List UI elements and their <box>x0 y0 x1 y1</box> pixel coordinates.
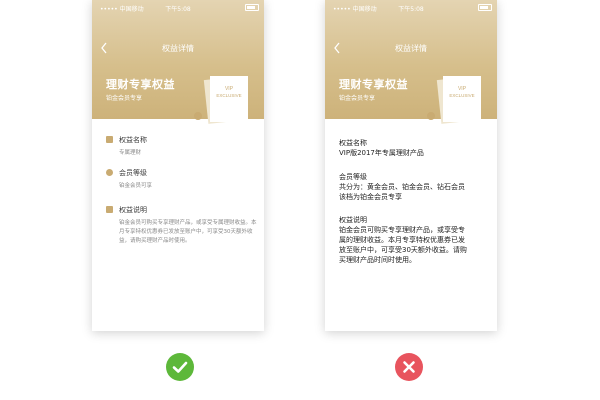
page-title: 权益详情 <box>395 44 427 53</box>
hero-title: 理财专享权益 <box>106 78 175 91</box>
card-text-vip: VIP <box>458 86 467 92</box>
card-text-vip: VIP <box>225 86 234 92</box>
section-desc: 铂金会员可购买专享理财产品，或享受专属理财收益。本月专享特权优惠券已发放至账户中… <box>119 220 257 244</box>
document-icon <box>106 136 113 143</box>
vip-card-illustration: VIP EXCLUSIVE <box>194 76 248 124</box>
page-title: 权益详情 <box>162 44 194 53</box>
section-title: 会员等级 <box>339 173 367 181</box>
card-text-exclusive: EXCLUSIVE <box>216 93 241 98</box>
benefit-name-section: 权益名称 VIP版2017年专属理财产品 <box>339 138 489 158</box>
section-title: 权益名称 <box>119 136 147 144</box>
section-line: 放至账户中，可享受30天额外收益。请购 <box>339 246 467 254</box>
battery-icon <box>243 4 259 11</box>
status-time: 下午5:08 <box>398 6 424 13</box>
section-title: 会员等级 <box>119 169 147 177</box>
section-desc: 专属理财 <box>119 150 142 156</box>
battery-icon <box>476 4 492 11</box>
phone-mockup-correct: ••••• 中国移动 下午5:08 权益详情 理财专享权益 铂金会员专享 VIP… <box>92 0 264 331</box>
section-line: 该档为铂金会员专享 <box>339 193 402 201</box>
hero-subtitle: 铂金会员专享 <box>106 95 143 102</box>
status-bar: ••••• 中国移动 下午5:08 <box>325 4 497 14</box>
phone-mockup-wrong: ••••• 中国移动 下午5:08 权益详情 理财专享权益 铂金会员专享 VIP… <box>325 0 497 331</box>
section-title: 权益名称 <box>339 139 367 147</box>
nav-bar: 权益详情 <box>325 40 497 56</box>
section-line: 属的理财收益。本月专享特权优惠券已发 <box>339 236 465 244</box>
hero-banner: ••••• 中国移动 下午5:08 权益详情 理财专享权益 铂金会员专享 VIP… <box>92 0 264 124</box>
section-line: 买理财产品时间时使用。 <box>339 256 416 264</box>
info-icon <box>106 206 113 213</box>
status-time: 下午5:08 <box>165 6 191 13</box>
x-icon <box>395 353 423 381</box>
vip-card-illustration: VIP EXCLUSIVE <box>427 76 481 124</box>
card-text-exclusive: EXCLUSIVE <box>449 93 474 98</box>
member-icon <box>106 169 113 176</box>
section-line: 共分为：黄金会员、铂金会员、钻石会员 <box>339 183 465 191</box>
section-line: VIP版2017年专属理财产品 <box>339 149 424 157</box>
status-bar: ••••• 中国移动 下午5:08 <box>92 4 264 14</box>
benefit-desc-section: 权益说明 铂金会员可购买专享理财产品，或享受专 属的理财收益。本月专享特权优惠券… <box>339 215 489 265</box>
hero-banner: ••••• 中国移动 下午5:08 权益详情 理财专享权益 铂金会员专享 VIP… <box>325 0 497 124</box>
hero-title: 理财专享权益 <box>339 78 408 91</box>
member-level-section: 会员等级 共分为：黄金会员、铂金会员、钻石会员 该档为铂金会员专享 <box>339 172 489 202</box>
section-title: 权益说明 <box>339 216 367 224</box>
hero-subtitle: 铂金会员专享 <box>339 95 376 102</box>
nav-bar: 权益详情 <box>92 40 264 56</box>
section-title: 权益说明 <box>119 206 147 214</box>
section-line: 铂金会员可购买专享理财产品，或享受专 <box>339 226 465 234</box>
check-icon <box>166 353 194 381</box>
section-desc: 铂金会员可享 <box>119 183 153 189</box>
